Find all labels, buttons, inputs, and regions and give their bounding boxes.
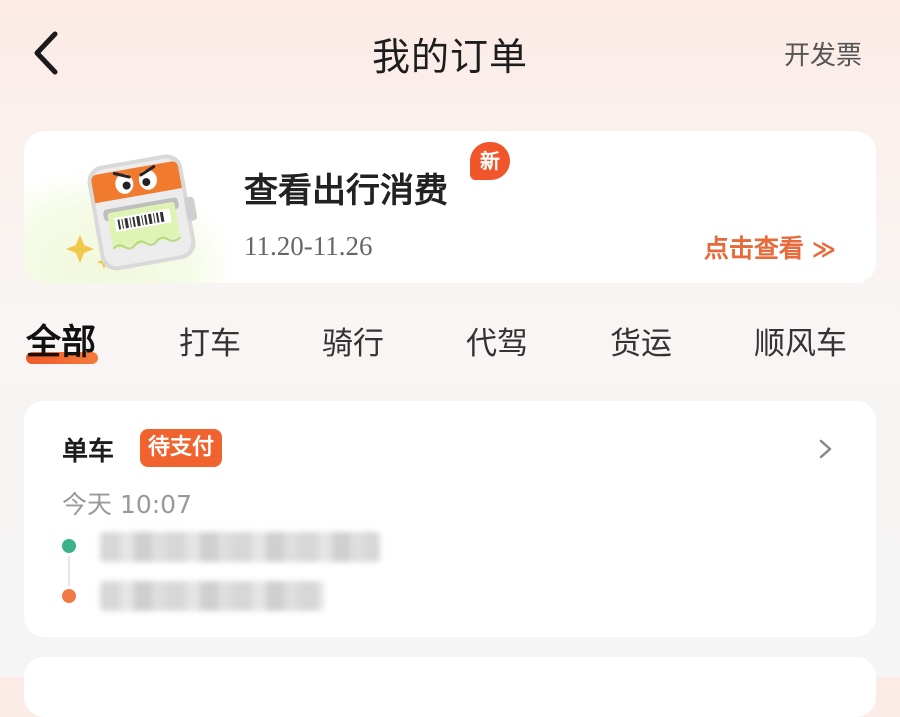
tab-cycling[interactable]: 骑行 <box>322 318 384 363</box>
chevron-right-icon <box>819 439 832 459</box>
order-card[interactable] <box>24 657 876 717</box>
start-point-icon <box>62 539 76 553</box>
summary-title: 查看出行消费 <box>244 171 448 211</box>
double-chevron-right-icon: ≫ <box>811 237 836 263</box>
date-range: 11.20-11.26 <box>244 231 373 261</box>
order-type: 单车 <box>62 437 115 467</box>
tab-label: 全部 <box>26 323 97 363</box>
status-badge: 待支付 <box>140 429 223 467</box>
tab-taxi[interactable]: 打车 <box>179 318 241 363</box>
order-time: 今天 10:07 <box>62 490 192 519</box>
tab-freight[interactable]: 货运 <box>610 318 672 363</box>
invoice-button[interactable]: 开发票 <box>784 35 862 72</box>
new-badge: 新 <box>470 142 510 180</box>
ticket-mascot-icon <box>66 154 198 271</box>
end-address-redacted <box>100 581 324 611</box>
tab-designated-driver[interactable]: 代驾 <box>466 318 528 363</box>
end-point-icon <box>62 589 76 603</box>
start-address-redacted <box>100 532 380 562</box>
header: 我的订单 开发票 <box>0 0 900 110</box>
route-connector <box>68 556 70 586</box>
view-details-link[interactable]: 点击查看 ≫ <box>704 229 836 265</box>
tab-all[interactable]: 全部 <box>26 314 96 365</box>
order-card[interactable]: 单车 待支付 今天 10:07 <box>24 401 876 637</box>
view-details-label: 点击查看 <box>703 234 804 263</box>
travel-expense-card[interactable]: 查看出行消费 新 11.20-11.26 点击查看 ≫ <box>24 131 876 283</box>
tab-carpool[interactable]: 顺风车 <box>754 318 847 363</box>
page-title: 我的订单 <box>371 35 528 79</box>
order-category-tabs: 全部 打车 骑行 代驾 货运 顺风车 <box>0 318 900 378</box>
